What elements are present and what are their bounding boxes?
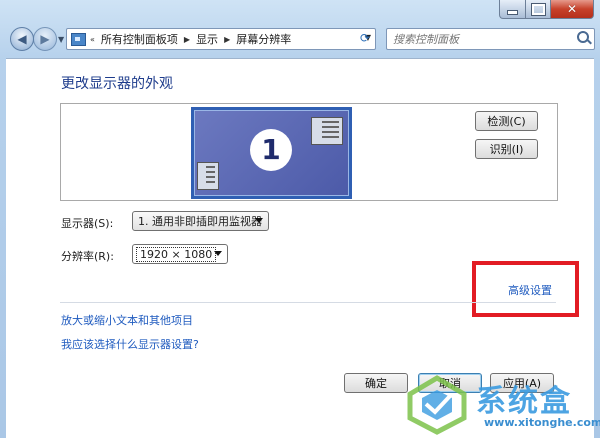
page-title: 更改显示器的外观 <box>61 76 173 92</box>
search-box[interactable] <box>386 28 595 50</box>
monitor-thumbnail[interactable]: 1 <box>191 107 352 199</box>
monitor-number-badge: 1 <box>250 129 292 171</box>
close-button[interactable]: ✕ <box>551 0 594 19</box>
display-label: 显示器(S): <box>61 217 114 230</box>
back-button[interactable]: ◀ <box>10 27 34 51</box>
forward-arrow-icon: ▶ <box>40 32 50 46</box>
display-select-value: 1. 通用非即插即用监视器 <box>138 215 262 228</box>
back-arrow-icon: ◀ <box>17 32 27 46</box>
minimize-button[interactable] <box>499 0 526 19</box>
resolution-label: 分辨率(R): <box>61 250 114 263</box>
breadcrumb-screen-resolution[interactable]: 屏幕分辨率 <box>236 31 291 47</box>
control-panel-window: ✕ ◀ ▶ ▼ « 所有控制面板项 ▶ 显示 ▶ 屏幕分辨率 ▼ ⟳ 更改显示器… <box>0 0 600 439</box>
detect-button[interactable]: 检测(C) <box>475 111 538 131</box>
control-panel-icon <box>71 32 86 46</box>
breadcrumb-all-items[interactable]: 所有控制面板项 <box>101 31 178 47</box>
resolution-select-value: 1920 × 1080 <box>136 246 217 262</box>
breadcrumb-separator-icon[interactable]: ▶ <box>224 35 230 44</box>
address-bar[interactable]: « 所有控制面板项 ▶ 显示 ▶ 屏幕分辨率 ▼ <box>66 28 376 50</box>
maximize-icon <box>530 2 546 16</box>
close-icon: ✕ <box>566 2 578 16</box>
advanced-settings-link[interactable]: 高级设置 <box>508 282 552 298</box>
refresh-icon[interactable]: ⟳ <box>356 30 374 46</box>
caption-buttons: ✕ <box>499 0 594 19</box>
text-size-link[interactable]: 放大或缩小文本和其他项目 <box>61 312 193 328</box>
chevron-down-icon <box>214 251 222 256</box>
watermark: 系统盒 www.xitonghe.com <box>402 372 600 436</box>
breadcrumb-separator-icon[interactable]: ▶ <box>184 35 190 44</box>
breadcrumb-display[interactable]: 显示 <box>196 31 218 47</box>
maximize-button[interactable] <box>526 0 551 19</box>
minimize-icon <box>507 9 518 15</box>
search-icon[interactable] <box>577 31 589 43</box>
resolution-select[interactable]: 1920 × 1080 <box>132 244 228 264</box>
watermark-url: www.xitonghe.com <box>484 416 600 429</box>
monitor-preview-area: 1 检测(C) 识别(I) <box>60 103 558 201</box>
window-thumbnail-icon <box>311 117 343 145</box>
display-settings-help-link[interactable]: 我应该选择什么显示器设置? <box>61 336 199 352</box>
ok-button[interactable]: 确定 <box>344 373 408 393</box>
overflow-chevron-icon[interactable]: « <box>90 35 95 44</box>
watermark-text: 系统盒 <box>476 384 572 419</box>
divider <box>60 302 556 303</box>
display-select[interactable]: 1. 通用非即插即用监视器 <box>132 211 269 231</box>
window-thumbnail-icon <box>197 162 219 190</box>
identify-button[interactable]: 识别(I) <box>475 139 538 159</box>
chevron-down-icon <box>255 218 263 223</box>
watermark-logo-icon <box>407 375 467 435</box>
forward-button[interactable]: ▶ <box>33 27 57 51</box>
search-input[interactable] <box>391 29 565 49</box>
recent-pages-dropdown-icon[interactable]: ▼ <box>58 35 64 44</box>
